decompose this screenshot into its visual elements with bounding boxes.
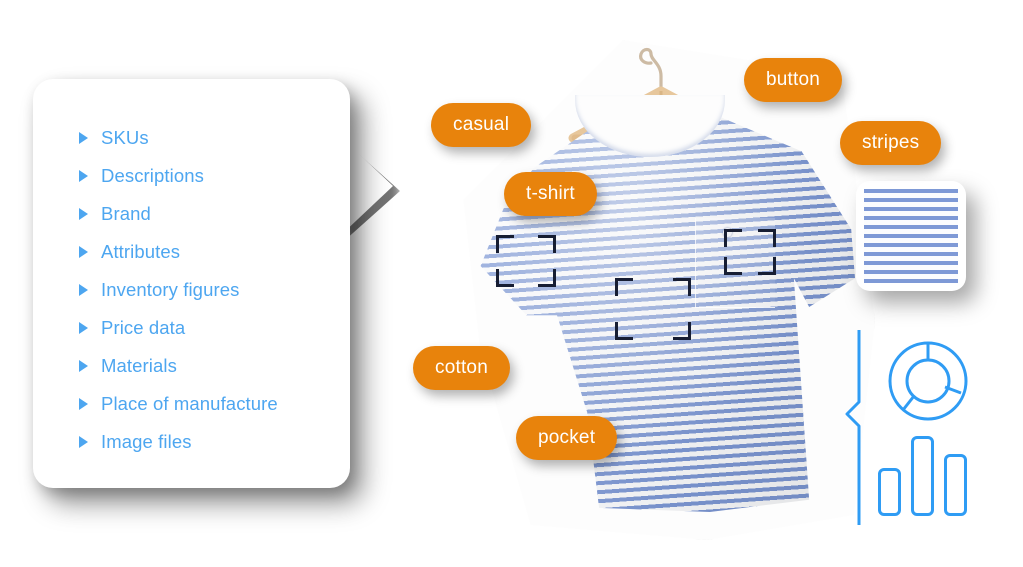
- tag-pill-button[interactable]: button: [744, 58, 843, 102]
- bracket-corner-br: [538, 269, 556, 287]
- fabric-stripe-swatch-card: [856, 181, 966, 291]
- list-item[interactable]: Image files: [79, 423, 341, 461]
- tag-pill-stripes[interactable]: stripes: [840, 121, 942, 165]
- list-item[interactable]: SKUs: [79, 119, 341, 157]
- bar-item: [911, 436, 934, 516]
- bar-item: [944, 454, 967, 516]
- stripe-pattern: [864, 189, 958, 283]
- attribute-list: SKUs Descriptions Brand Attributes Inven…: [79, 119, 341, 461]
- tag-pill-cotton[interactable]: cotton: [413, 346, 510, 390]
- list-item[interactable]: Descriptions: [79, 157, 341, 195]
- bracket-corner-bl: [496, 269, 514, 287]
- list-item[interactable]: Inventory figures: [79, 271, 341, 309]
- bracket-corner-br: [673, 322, 691, 340]
- triangle-right-icon: [79, 246, 88, 258]
- triangle-right-icon: [79, 208, 88, 220]
- list-item-label: Materials: [101, 354, 177, 376]
- bracket-corner-tl: [496, 235, 514, 253]
- triangle-right-icon: [79, 284, 88, 296]
- list-item-label: Descriptions: [101, 164, 204, 186]
- list-item-label: Image files: [101, 430, 192, 452]
- bar-chart[interactable]: [878, 434, 973, 516]
- bracket-corner-tl: [615, 278, 633, 296]
- bracket-corner-tr: [538, 235, 556, 253]
- donut-chart[interactable]: [885, 338, 971, 424]
- bracket-corner-br: [758, 257, 776, 275]
- donut-divider-3: [901, 395, 916, 411]
- list-item-label: Attributes: [101, 240, 181, 262]
- triangle-right-icon: [79, 436, 88, 448]
- bracket-corner-bl: [724, 257, 742, 275]
- triangle-right-icon: [79, 398, 88, 410]
- bracket-corner-bl: [615, 322, 633, 340]
- list-item-label: SKUs: [101, 126, 149, 148]
- list-item-label: Inventory figures: [101, 278, 240, 300]
- detection-bracket-sleeve: [496, 235, 556, 287]
- triangle-right-icon: [79, 170, 88, 182]
- list-item[interactable]: Brand: [79, 195, 341, 233]
- detection-bracket-button: [724, 229, 776, 275]
- list-item-label: Brand: [101, 202, 151, 224]
- list-item[interactable]: Place of manufacture: [79, 385, 341, 423]
- bracket-corner-tl: [724, 229, 742, 247]
- bracket-corner-tr: [758, 229, 776, 247]
- triangle-right-icon: [79, 322, 88, 334]
- tag-pill-pocket[interactable]: pocket: [516, 416, 618, 460]
- detection-bracket-body: [615, 278, 691, 340]
- list-item[interactable]: Attributes: [79, 233, 341, 271]
- list-item[interactable]: Price data: [79, 309, 341, 347]
- infographic-canvas: SKUs Descriptions Brand Attributes Inven…: [0, 0, 1023, 567]
- tag-pill-casual[interactable]: casual: [431, 103, 532, 147]
- triangle-right-icon: [79, 360, 88, 372]
- analytics-connector-line: [845, 330, 861, 525]
- bracket-corner-tr: [673, 278, 691, 296]
- list-item-label: Price data: [101, 316, 186, 338]
- list-item-label: Place of manufacture: [101, 392, 278, 414]
- bar-item: [878, 468, 901, 516]
- product-attributes-card: SKUs Descriptions Brand Attributes Inven…: [33, 79, 350, 488]
- triangle-right-icon: [79, 132, 88, 144]
- list-item[interactable]: Materials: [79, 347, 341, 385]
- analytics-group: [845, 330, 985, 525]
- tag-pill-t-shirt[interactable]: t-shirt: [504, 172, 597, 216]
